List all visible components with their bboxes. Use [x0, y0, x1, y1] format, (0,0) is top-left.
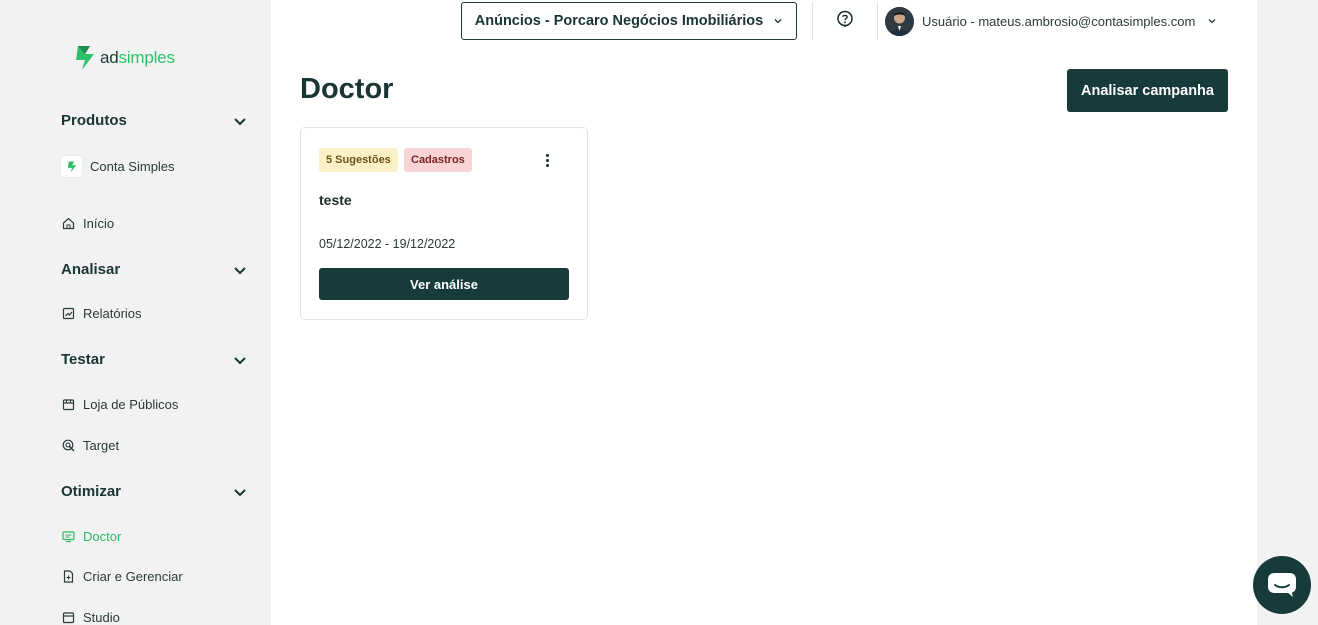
header-divider: [812, 2, 813, 40]
chevron-down-icon: [774, 19, 782, 24]
help-icon: [837, 10, 853, 28]
calendar-icon: [62, 612, 75, 624]
suggestions-badge: 5 Sugestões: [319, 148, 398, 172]
section-produtos[interactable]: Produtos: [61, 112, 247, 129]
chart-icon: [62, 307, 75, 320]
home-icon: [62, 217, 75, 230]
sidebar-item-label: Início: [83, 216, 115, 231]
sidebar-item-label: Loja de Públicos: [83, 397, 179, 412]
sidebar-item-label: Criar e Gerenciar: [83, 569, 183, 584]
monitor-icon: [62, 531, 75, 543]
sidebar-item-target[interactable]: Target: [62, 438, 119, 453]
section-label: Testar: [61, 351, 105, 368]
section-analisar[interactable]: Analisar: [61, 261, 247, 278]
sidebar: adsimples Produtos Conta Simples Início …: [0, 0, 271, 625]
card-title: teste: [319, 192, 352, 208]
chat-icon: [1268, 573, 1296, 597]
add-file-icon: [63, 570, 74, 583]
sidebar-item-label: Studio: [83, 610, 120, 625]
avatar: [885, 6, 914, 36]
adsimples-logo-icon: [76, 46, 94, 70]
analisar-campanha-button[interactable]: Analisar campanha: [1067, 69, 1228, 112]
logo-text: adsimples: [100, 48, 175, 67]
chevron-down-icon: [234, 356, 246, 364]
page-title: Doctor: [300, 73, 394, 105]
chat-button[interactable]: [1253, 556, 1311, 614]
target-icon: [62, 439, 75, 452]
help-button[interactable]: [835, 9, 855, 29]
chevron-down-icon: [234, 117, 246, 125]
sidebar-item-studio[interactable]: Studio: [62, 610, 120, 625]
chevron-down-icon: [1208, 19, 1216, 24]
sidebar-item-label: Target: [83, 438, 120, 453]
user-label: Usuário - mateus.ambrosio@contasimples.c…: [922, 13, 1196, 29]
user-menu[interactable]: Usuário - mateus.ambrosio@contasimples.c…: [885, 6, 1217, 36]
section-otimizar[interactable]: Otimizar: [61, 483, 247, 500]
sidebar-item-label: Relatórios: [83, 306, 142, 321]
sidebar-item-label: Doctor: [83, 529, 122, 544]
sidebar-item-doctor[interactable]: Doctor: [62, 529, 121, 544]
ver-analise-button[interactable]: Ver análise: [319, 268, 569, 300]
sidebar-item-label: Conta Simples: [90, 159, 175, 174]
section-testar[interactable]: Testar: [61, 351, 247, 368]
section-label: Otimizar: [61, 483, 122, 500]
header-divider: [877, 2, 878, 40]
analysis-card: 5 Sugestões Cadastros teste 05/12/2022 -…: [300, 127, 588, 320]
account-select[interactable]: Anúncios - Porcaro Negócios Imobiliários: [461, 2, 797, 40]
category-badge: Cadastros: [404, 148, 472, 172]
section-label: Produtos: [61, 112, 127, 129]
more-options-icon[interactable]: [541, 152, 553, 168]
sidebar-item-inicio[interactable]: Início: [62, 216, 114, 231]
adsimples-logo[interactable]: adsimples: [74, 45, 175, 71]
account-select-value: Anúncios - Porcaro Negócios Imobiliários: [474, 13, 764, 29]
sidebar-item-relatorios[interactable]: Relatórios: [62, 306, 142, 321]
sidebar-item-criar-gerenciar[interactable]: Criar e Gerenciar: [62, 569, 183, 584]
right-gutter: [1257, 0, 1318, 625]
section-label: Analisar: [61, 261, 121, 278]
store-icon: [62, 399, 75, 411]
chevron-down-icon: [234, 488, 246, 496]
card-date-range: 05/12/2022 - 19/12/2022: [319, 237, 456, 251]
sidebar-item-conta-simples[interactable]: Conta Simples: [61, 156, 175, 177]
sidebar-item-loja-publicos[interactable]: Loja de Públicos: [62, 397, 178, 412]
conta-simples-icon: [61, 156, 82, 177]
chevron-down-icon: [234, 266, 246, 274]
main-content: Anúncios - Porcaro Negócios Imobiliários…: [271, 0, 1257, 625]
